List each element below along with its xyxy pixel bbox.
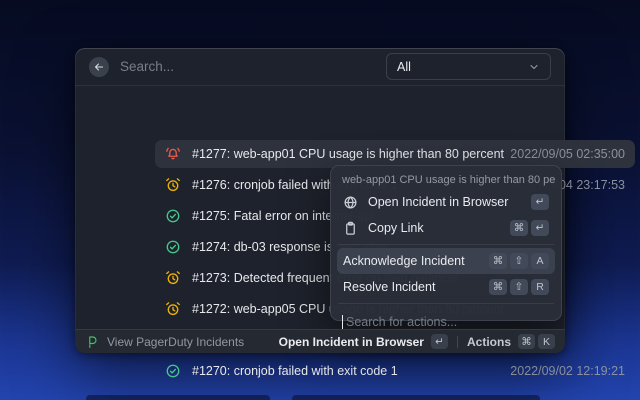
footer-app-name: View PagerDuty Incidents bbox=[107, 335, 244, 349]
key-badge: ⇧ bbox=[510, 253, 528, 269]
footer-primary-keys: ↵ bbox=[431, 334, 448, 349]
key-badge: ↵ bbox=[531, 220, 549, 236]
action-menu-item[interactable]: Resolve Incident ⌘⇧R bbox=[337, 274, 555, 300]
chevron-down-icon bbox=[528, 61, 540, 73]
globe-icon bbox=[343, 195, 358, 210]
incident-title: #1277: web-app01 CPU usage is higher tha… bbox=[192, 147, 504, 161]
key-badge: ↵ bbox=[431, 334, 448, 349]
key-badge: A bbox=[531, 253, 549, 269]
filter-dropdown-value: All bbox=[397, 60, 411, 74]
footer-primary-action[interactable]: Open Incident in Browser bbox=[279, 335, 424, 349]
action-search-input[interactable]: Search for actions... bbox=[337, 307, 555, 329]
bell-alert-icon bbox=[165, 146, 181, 162]
search-header: Search... All bbox=[75, 48, 565, 86]
footer-right: Open Incident in Browser ↵ Actions ⌘K bbox=[279, 334, 555, 349]
action-menu-context-title: web-app01 CPU usage is higher than 80 pe… bbox=[337, 170, 555, 189]
check-circle-icon bbox=[165, 239, 181, 255]
action-menu-item[interactable]: Acknowledge Incident ⌘⇧A bbox=[337, 248, 555, 274]
incident-row[interactable]: #1277: web-app01 CPU usage is higher tha… bbox=[155, 140, 635, 168]
pagerduty-icon bbox=[85, 335, 99, 349]
key-badge: ⌘ bbox=[510, 220, 528, 236]
incident-timestamp: 2022/09/02 12:19:21 bbox=[510, 364, 625, 378]
clipboard-icon bbox=[343, 221, 358, 236]
key-badge: ⇧ bbox=[510, 279, 528, 295]
arrow-left-icon bbox=[93, 61, 105, 73]
actions-button[interactable]: Actions bbox=[467, 335, 511, 349]
footer-bar: View PagerDuty Incidents Open Incident i… bbox=[75, 329, 565, 353]
key-badge: ⌘ bbox=[518, 334, 535, 349]
alarm-clock-icon bbox=[165, 301, 181, 317]
action-menu-item[interactable]: Open Incident in Browser ↵ bbox=[337, 189, 555, 215]
action-label: Resolve Incident bbox=[343, 280, 435, 294]
divider bbox=[338, 244, 554, 245]
action-label: Open Incident in Browser bbox=[368, 195, 508, 209]
background-window-edge bbox=[86, 395, 270, 400]
action-label: Acknowledge Incident bbox=[343, 254, 465, 268]
divider bbox=[457, 336, 458, 348]
alarm-clock-icon bbox=[165, 270, 181, 286]
search-input[interactable]: Search... bbox=[120, 59, 174, 74]
incident-timestamp: 2022/09/05 02:35:00 bbox=[510, 147, 625, 161]
back-button[interactable] bbox=[89, 57, 109, 77]
shortcut-keys: ↵ bbox=[431, 334, 448, 349]
footer-actions-keys: ⌘K bbox=[518, 334, 555, 349]
incident-row[interactable]: #1270: cronjob failed with exit code 1 20… bbox=[155, 357, 635, 385]
background-window-edge bbox=[292, 395, 540, 400]
filter-dropdown[interactable]: All bbox=[386, 53, 551, 80]
key-badge: ⌘ bbox=[489, 253, 507, 269]
action-search-placeholder: Search for actions... bbox=[346, 315, 457, 329]
check-circle-icon bbox=[165, 363, 181, 379]
text-cursor bbox=[342, 315, 343, 329]
action-menu-items: Open Incident in Browser↵Copy Link⌘↵Ackn… bbox=[337, 189, 555, 300]
shortcut-keys: ⌘↵ bbox=[510, 220, 549, 236]
divider bbox=[338, 303, 554, 304]
key-badge: K bbox=[538, 334, 555, 349]
action-menu-item[interactable]: Copy Link ⌘↵ bbox=[337, 215, 555, 241]
shortcut-keys: ⌘K bbox=[518, 334, 555, 349]
shortcut-keys: ↵ bbox=[531, 194, 549, 210]
key-badge: R bbox=[531, 279, 549, 295]
action-label: Copy Link bbox=[368, 221, 424, 235]
incident-title: #1270: cronjob failed with exit code 1 bbox=[192, 364, 398, 378]
check-circle-icon bbox=[165, 208, 181, 224]
shortcut-keys: ⌘⇧R bbox=[489, 279, 549, 295]
alarm-clock-icon bbox=[165, 177, 181, 193]
key-badge: ↵ bbox=[531, 194, 549, 210]
action-menu-popup: web-app01 CPU usage is higher than 80 pe… bbox=[330, 165, 562, 321]
key-badge: ⌘ bbox=[489, 279, 507, 295]
shortcut-keys: ⌘⇧A bbox=[489, 253, 549, 269]
